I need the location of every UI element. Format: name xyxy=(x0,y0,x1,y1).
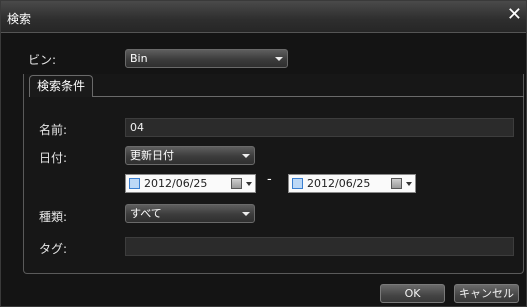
title-bar[interactable]: 検索 ✕ xyxy=(1,1,526,33)
date-to-picker[interactable]: 2012/06/25 xyxy=(288,174,416,193)
kind-label: 種類: xyxy=(39,210,68,224)
tag-label: タグ: xyxy=(39,242,68,256)
tab-search-criteria-label: 検索条件 xyxy=(36,79,85,93)
date-type-value: 更新日付 xyxy=(130,149,174,162)
tag-input[interactable] xyxy=(125,237,514,256)
checkbox-icon[interactable] xyxy=(292,178,303,189)
date-from-value: 2012/06/25 xyxy=(144,177,208,190)
kind-select-value: すべて xyxy=(130,207,162,220)
chevron-down-icon xyxy=(242,154,250,158)
ok-button-label: OK xyxy=(404,287,421,300)
bin-select[interactable]: Bin xyxy=(125,49,288,68)
name-label: 名前: xyxy=(39,123,68,137)
dialog-title: 検索 xyxy=(7,12,32,26)
date-to-value: 2012/06/25 xyxy=(307,177,371,190)
bin-select-value: Bin xyxy=(130,52,148,65)
date-from-picker[interactable]: 2012/06/25 xyxy=(125,174,256,193)
chevron-down-icon xyxy=(242,212,250,216)
chevron-down-icon[interactable] xyxy=(406,182,412,186)
name-input[interactable]: 04 xyxy=(125,118,514,137)
calendar-icon[interactable] xyxy=(391,178,402,189)
calendar-icon[interactable] xyxy=(231,178,242,189)
ok-button[interactable]: OK xyxy=(380,284,445,303)
tab-search-criteria[interactable]: 検索条件 xyxy=(29,75,93,97)
tab-strip-divider xyxy=(93,96,524,97)
chevron-down-icon[interactable] xyxy=(246,182,252,186)
date-range-separator: - xyxy=(267,172,272,187)
close-icon[interactable]: ✕ xyxy=(507,6,522,24)
name-input-value: 04 xyxy=(130,121,144,134)
cancel-button-label: キャンセル xyxy=(459,287,514,300)
checkbox-icon[interactable] xyxy=(129,178,140,189)
date-label: 日付: xyxy=(39,151,68,165)
chevron-down-icon xyxy=(275,57,283,61)
search-dialog: 検索 ✕ ビン: Bin 検索条件 名前: 04 日付: 更新日付 2012/0… xyxy=(0,0,527,307)
kind-select[interactable]: すべて xyxy=(125,204,255,223)
date-type-select[interactable]: 更新日付 xyxy=(125,146,255,165)
cancel-button[interactable]: キャンセル xyxy=(454,284,519,303)
bin-label: ビン: xyxy=(28,53,57,67)
